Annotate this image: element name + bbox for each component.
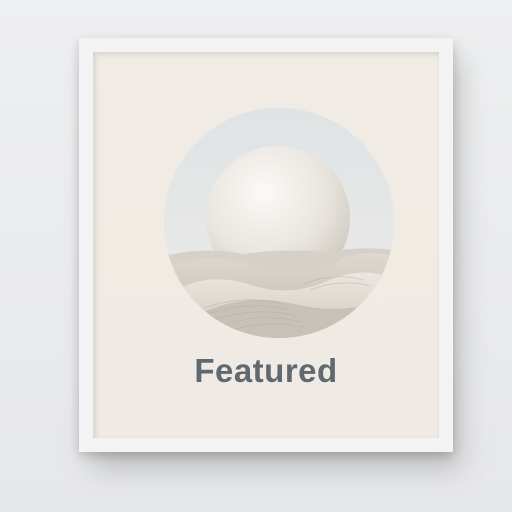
artwork-illustration — [164, 108, 394, 338]
picture-frame: Featured — [79, 38, 453, 452]
frame-caption: Featured — [194, 352, 338, 389]
sphere-over-sand-dunes-icon — [164, 108, 394, 338]
frame-mat: Featured — [93, 52, 439, 438]
